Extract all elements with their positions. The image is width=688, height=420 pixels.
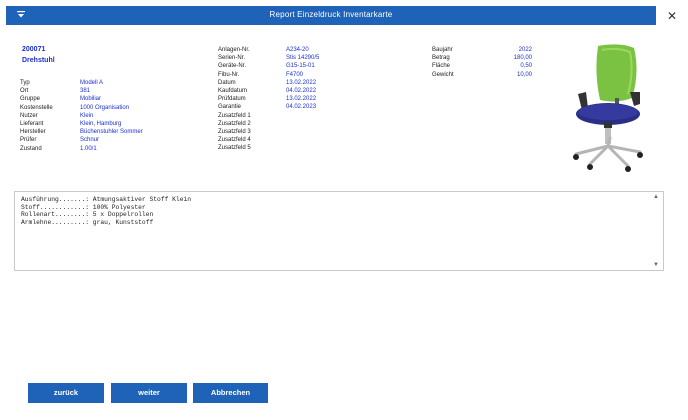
scroll-down-icon[interactable]: ▼	[653, 262, 659, 268]
field-value: 0,50	[520, 63, 532, 70]
field-value: Klein, Hamburg	[80, 120, 122, 127]
item-number: 200071	[22, 46, 46, 53]
field-value: Mobiliar	[80, 96, 102, 103]
field-label: Datum	[218, 79, 236, 86]
field-label: Zusatzfeld 2	[218, 120, 251, 127]
field-label: Zustand	[20, 145, 42, 152]
field-label: Betrag	[432, 55, 450, 62]
field-value: 381	[80, 88, 91, 95]
field-label: Gewicht	[432, 71, 454, 78]
field-value: Büchenstuhler Sommer	[80, 129, 143, 136]
notes-line: Stoff............: 100% Polyester	[21, 203, 146, 211]
field-label: Anlagen-Nr.	[218, 47, 250, 53]
field-value: 13.02.2022	[286, 96, 317, 103]
field-row: Betrag 180,00	[432, 54, 532, 62]
field-value: A234-20	[286, 47, 309, 53]
field-label: Zusatzfeld 1	[218, 112, 251, 119]
field-label: Prüfer	[20, 137, 37, 144]
field-value: Schnur	[80, 137, 100, 144]
next-button[interactable]: weiter	[111, 383, 187, 403]
field-value: G15-15-01	[286, 63, 315, 70]
field-label: Typ	[20, 80, 30, 86]
field-label: Hersteller	[20, 129, 46, 136]
field-label: Baujahr	[432, 47, 453, 53]
title-bar: Report Einzeldruck Inventarkarte	[6, 6, 656, 25]
field-value: 04.02.2022	[286, 87, 317, 94]
cancel-button[interactable]: Abbrechen	[193, 383, 268, 403]
field-value: 10,00	[516, 71, 532, 78]
close-button[interactable]: ✕	[660, 7, 684, 25]
field-label: Geräte-Nr.	[218, 63, 247, 70]
field-label: Serien-Nr.	[218, 55, 246, 62]
field-label: Nutzer	[20, 112, 38, 119]
scroll-up-icon[interactable]: ▲	[653, 194, 659, 200]
field-value: 1.00/1	[80, 145, 97, 152]
field-value: 2022	[518, 47, 532, 53]
field-label: Prüfdatum	[218, 96, 246, 103]
notes-text: Ausführung.......: Atmungsaktiver Stoff …	[21, 196, 191, 226]
field-label: Garantie	[218, 104, 242, 111]
field-row: Baujahr 2022	[432, 46, 532, 54]
field-label: Lieferant	[20, 120, 44, 127]
field-value: 04.02.2023	[286, 104, 317, 111]
field-value: Klein	[80, 112, 94, 119]
product-image	[573, 44, 643, 172]
field-value: F4700	[286, 71, 304, 78]
notes-line: Rollenart........: 5 x Doppelrollen	[21, 211, 154, 219]
field-label: Fibu-Nr.	[218, 71, 240, 78]
notes-line: Armlehne.........: grau, Kunststoff	[21, 218, 154, 226]
field-label: Zusatzfeld 5	[218, 145, 251, 152]
field-label: Gruppe	[20, 96, 41, 103]
notes-textarea[interactable]: Ausführung.......: Atmungsaktiver Stoff …	[14, 191, 664, 271]
field-row: Fläche 0,50	[432, 62, 532, 70]
field-value: Modell A	[80, 80, 104, 86]
window-title: Report Einzeldruck Inventarkarte	[269, 10, 393, 19]
details-right: Baujahr 2022 Betrag 180,00 Fläche 0,50 Gewi…	[432, 46, 532, 79]
field-value: 180,00	[513, 55, 532, 62]
field-value: 13.02.2022	[286, 79, 317, 86]
notes-line: Ausführung.......: Atmungsaktiver Stoff …	[21, 196, 192, 203]
item-name: Drehstuhl	[22, 57, 55, 64]
field-label: Kaufdatum	[218, 87, 248, 94]
back-button[interactable]: zurück	[28, 383, 104, 403]
field-label: Ort	[20, 88, 29, 95]
field-value: Stis 14290/5	[286, 55, 320, 62]
field-label: Zusatzfeld 4	[218, 137, 251, 144]
field-label: Zusatzfeld 3	[218, 128, 251, 135]
field-label: Kostenstelle	[20, 104, 53, 111]
field-label: Fläche	[432, 63, 451, 70]
field-row: Gewicht 10,00	[432, 71, 532, 79]
field-value: 1000 Organisation	[80, 104, 130, 111]
